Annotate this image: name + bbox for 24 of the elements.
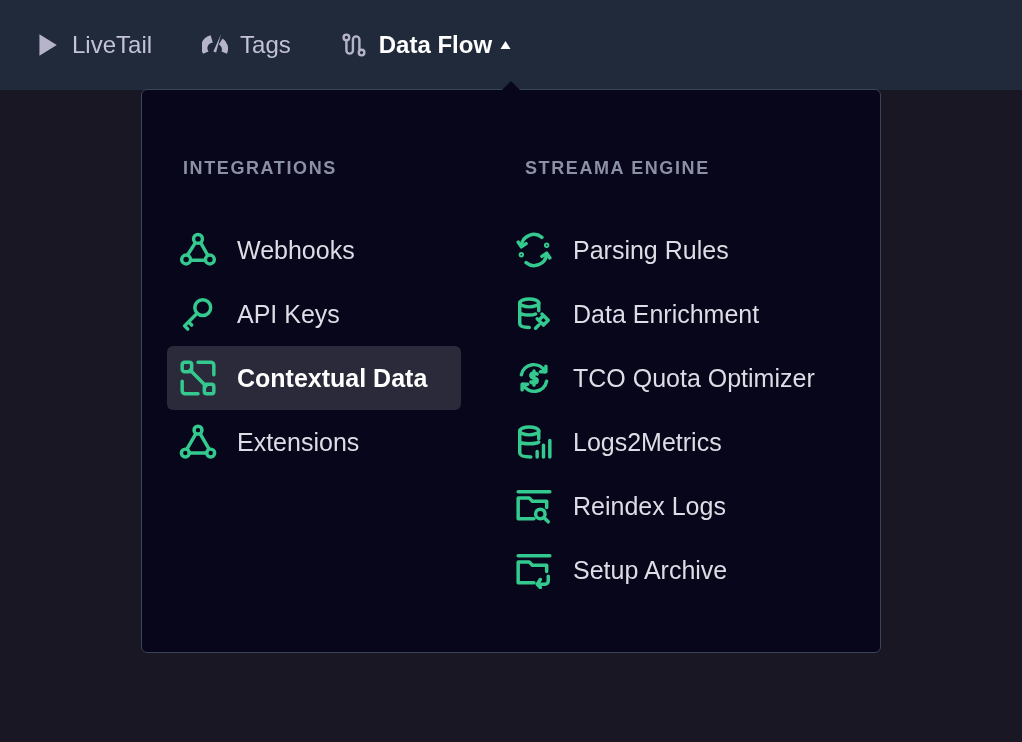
menu-item[interactable]: Parsing Rules xyxy=(509,218,849,282)
folder-search-icon xyxy=(515,487,553,525)
cycle-arrows-icon xyxy=(515,231,553,269)
menu-item[interactable]: Contextual Data xyxy=(167,346,461,410)
nav-tab[interactable]: LiveTail xyxy=(34,31,153,59)
menu-item[interactable]: Data Enrichment xyxy=(509,282,849,346)
nav-tab[interactable]: Data Flow xyxy=(340,31,512,59)
folder-return-icon xyxy=(515,551,553,589)
webhook-icon xyxy=(179,231,217,269)
connection-icon xyxy=(179,359,217,397)
menu-item[interactable]: Extensions xyxy=(167,410,461,474)
menu-item[interactable]: Reindex Logs xyxy=(509,474,849,538)
database-bars-icon xyxy=(515,423,553,461)
menu-item[interactable]: Setup Archive xyxy=(509,538,849,602)
menu-item[interactable]: API Keys xyxy=(167,282,461,346)
section-heading: INTEGRATIONS xyxy=(182,158,338,180)
nav-tab[interactable]: Tags xyxy=(202,31,291,59)
route-icon xyxy=(340,32,367,58)
menu-item[interactable]: Webhooks xyxy=(167,218,461,282)
section-heading: STREAMA ENGINE xyxy=(524,158,711,180)
database-plug-icon xyxy=(515,295,553,333)
nodes-icon xyxy=(179,423,217,461)
menu-item[interactable]: Logs2Metrics xyxy=(509,410,849,474)
menu-item[interactable]: TCO Quota Optimizer xyxy=(509,346,849,410)
